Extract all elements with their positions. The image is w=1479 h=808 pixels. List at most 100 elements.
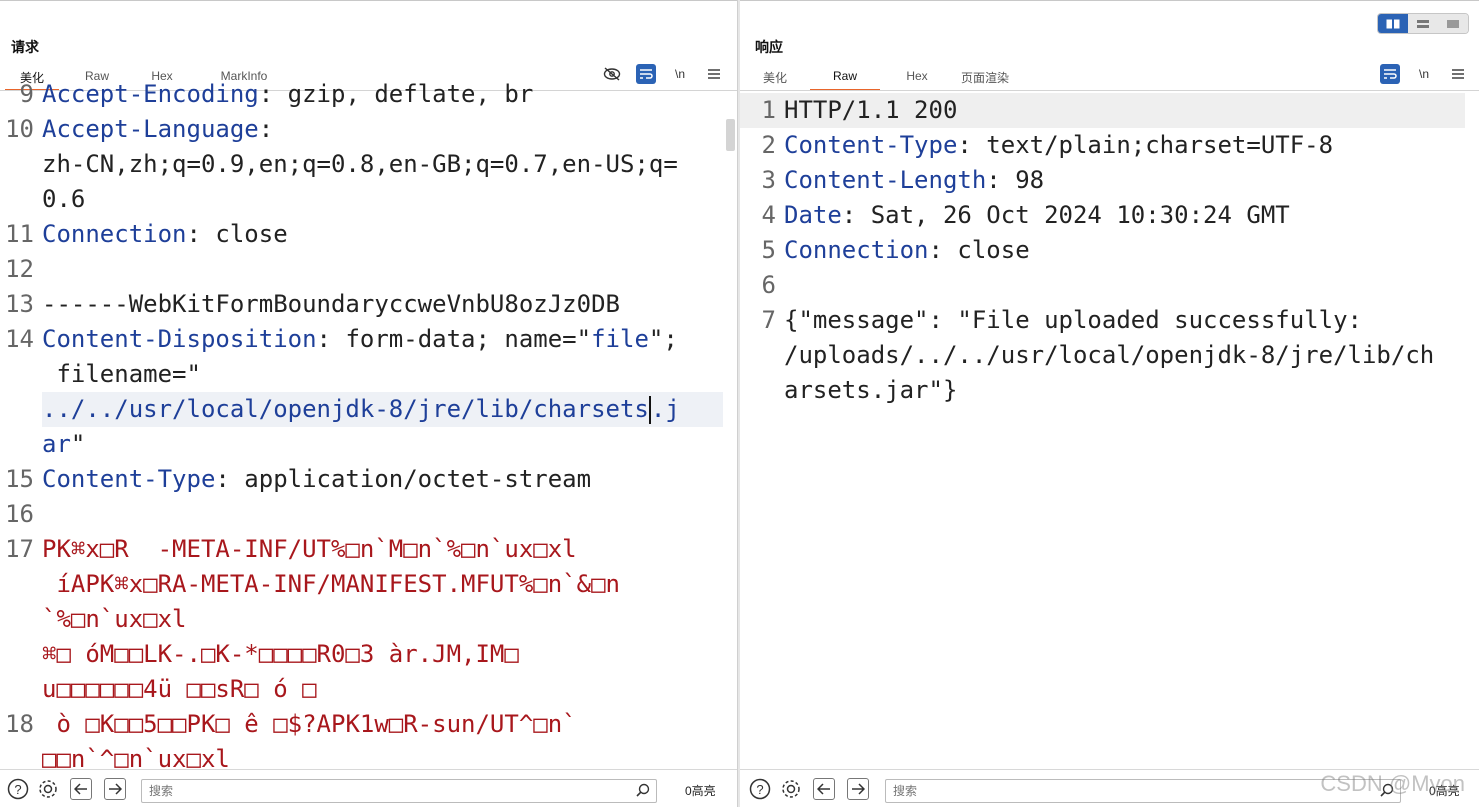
- code-line: 12: [0, 252, 723, 287]
- tab-pretty[interactable]: 美化: [752, 65, 798, 91]
- line-content: PK⌘x□R -META-INF/UT%□n`M□n`%□n`ux□xl: [42, 532, 723, 567]
- code-line: 6: [740, 268, 1465, 303]
- response-editor[interactable]: 1 HTTP/1.1 200 2 Content-Type: text/plain;c…: [740, 91, 1465, 768]
- forward-arrow-icon[interactable]: [104, 778, 126, 800]
- help-icon[interactable]: ?: [7, 778, 29, 800]
- code-line: zh-CN,zh;q=0.9,en;q=0.8,en-GB;q=0.7,en-U…: [0, 147, 723, 182]
- word-wrap-icon[interactable]: [1380, 64, 1400, 84]
- selected-text: ../../usr/local/openjdk-8/jre/lib/charse…: [42, 395, 649, 423]
- line-number: 3: [761, 166, 776, 194]
- line-content: ar": [42, 427, 723, 462]
- line-number: 17: [5, 535, 34, 563]
- code-line: ar": [0, 427, 723, 462]
- header-value: : text/plain;charset=UTF-8: [957, 131, 1334, 159]
- line-content: filename=": [42, 357, 723, 392]
- menu-icon[interactable]: [1448, 64, 1468, 84]
- settings-gear-icon[interactable]: [780, 778, 802, 800]
- response-tabs: 美化 Raw Hex 页面渲染: [752, 65, 1020, 91]
- tab-raw[interactable]: Raw: [810, 65, 880, 91]
- line-content: {"message": "File uploaded successfully:: [784, 303, 1465, 338]
- response-toolbar: \n: [1380, 64, 1468, 84]
- header-key: Accept-Language: [42, 115, 259, 143]
- code-line: /uploads/../../usr/local/openjdk-8/jre/l…: [740, 338, 1465, 373]
- newline-toggle-icon[interactable]: \n: [1414, 64, 1434, 84]
- code-line: 4 Date: Sat, 26 Oct 2024 10:30:24 GMT: [740, 198, 1465, 233]
- header-value: 0.6: [42, 185, 86, 213]
- line-number: 13: [5, 290, 34, 318]
- line-content: `%□n`ux□xl: [42, 602, 723, 637]
- line-number: 1: [761, 96, 776, 124]
- request-editor[interactable]: 9 Accept-Encoding: gzip, deflate, br 10 Acc…: [0, 77, 723, 768]
- line-content: Connection: close: [42, 217, 723, 252]
- quoted-value: ar: [42, 430, 71, 458]
- selected-text: .j: [650, 395, 680, 423]
- line-number: 15: [5, 465, 34, 493]
- header-value: : close: [186, 220, 288, 248]
- line-number: 16: [5, 500, 34, 528]
- line-number: [740, 338, 784, 373]
- header-value: : 98: [986, 166, 1045, 194]
- response-pane: 响应 美化 Raw Hex 页面渲染 \n 1 HTTP/1.1 200 2 Cont…: [740, 0, 1479, 808]
- code-line: 0.6: [0, 182, 723, 217]
- split-columns-icon[interactable]: [1378, 14, 1408, 33]
- line-number: 2: [761, 131, 776, 159]
- header-value: : close: [928, 236, 1030, 264]
- code-line: u□□□□□□4ü □□sR□ ó □: [0, 672, 723, 707]
- layout-toggle: [1377, 13, 1469, 34]
- request-search-input[interactable]: [142, 780, 635, 802]
- header-value: arsets.jar"}: [784, 376, 958, 404]
- binary-data: PK⌘x□R -META-INF/UT%□n`M□n`%□n`ux□xl: [42, 535, 577, 563]
- line-content: [784, 268, 1465, 303]
- header-value: filename=": [42, 360, 201, 388]
- line-content: zh-CN,zh;q=0.9,en;q=0.8,en-GB;q=0.7,en-U…: [42, 147, 723, 182]
- svg-text:?: ?: [14, 782, 21, 797]
- request-highlight-count: 0高亮: [685, 784, 716, 798]
- line-content: Content-Length: 98: [784, 163, 1465, 198]
- line-number: [0, 602, 42, 637]
- line-content: [42, 252, 723, 287]
- line-number: 18: [5, 710, 34, 738]
- line-content: ../../usr/local/openjdk-8/jre/lib/charse…: [42, 392, 723, 427]
- line-content: Date: Sat, 26 Oct 2024 10:30:24 GMT: [784, 198, 1465, 233]
- search-icon[interactable]: [636, 783, 650, 802]
- header-key: Content-Type: [784, 131, 958, 159]
- binary-data: ò □K□□5□□PK□ ê □$?APK1w□R-sun/UT^□n`: [42, 710, 577, 738]
- request-scrollbar[interactable]: [723, 91, 737, 768]
- back-arrow-icon[interactable]: [813, 778, 835, 800]
- code-line: 5 Connection: close: [740, 233, 1465, 268]
- code-line: 11 Connection: close: [0, 217, 723, 252]
- line-number: [740, 373, 784, 408]
- line-content: ------WebKitFormBoundaryccweVnbU8ozJz0DB: [42, 287, 723, 322]
- code-line: arsets.jar"}: [740, 373, 1465, 408]
- line-content: Content-Disposition: form-data; name="fi…: [42, 322, 723, 357]
- header-value: {"message": "File uploaded successfully:: [784, 306, 1362, 334]
- back-arrow-icon[interactable]: [70, 778, 92, 800]
- code-line: 15 Content-Type: application/octet-stream: [0, 462, 723, 497]
- header-value: : application/octet-stream: [215, 465, 592, 493]
- header-key: Connection: [784, 236, 929, 264]
- settings-gear-icon[interactable]: [37, 778, 59, 800]
- code-line: 10 Accept-Language:: [0, 112, 723, 147]
- help-icon[interactable]: ?: [749, 778, 771, 800]
- code-line: 13 ------WebKitFormBoundaryccweVnbU8ozJz0…: [0, 287, 723, 322]
- response-title: 响应: [755, 39, 783, 55]
- header-value: :: [258, 115, 274, 143]
- line-content: □□n`^□n`ux□xl: [42, 742, 723, 768]
- tab-hex[interactable]: Hex: [888, 65, 946, 91]
- forward-arrow-icon[interactable]: [847, 778, 869, 800]
- line-number: [0, 427, 42, 462]
- single-pane-icon[interactable]: [1438, 14, 1468, 33]
- response-search-input[interactable]: [886, 780, 1379, 802]
- split-rows-icon[interactable]: [1408, 14, 1438, 33]
- binary-data: u□□□□□□4ü □□sR□ ó □: [42, 675, 317, 703]
- line-content: Connection: close: [784, 233, 1465, 268]
- scrollbar-thumb[interactable]: [726, 119, 735, 151]
- header-value: : Sat, 26 Oct 2024 10:30:24 GMT: [841, 201, 1290, 229]
- binary-data: ⌘□ óM□□LK-.□K-*□□□□R0□3 àr.JM,IM□: [42, 640, 519, 668]
- binary-data: íAPK⌘x□RA-META-INF/MANIFEST.MFUT%□n`&□n: [42, 570, 620, 598]
- tab-render[interactable]: 页面渲染: [950, 65, 1020, 91]
- code-line: 1 HTTP/1.1 200: [740, 93, 1465, 128]
- request-pane: 请求 美化 Raw Hex MarkInfo \n 9 Accept-Encodi…: [0, 0, 737, 808]
- code-line: 14 Content-Disposition: form-data; name="…: [0, 322, 723, 357]
- svg-text:?: ?: [756, 782, 763, 797]
